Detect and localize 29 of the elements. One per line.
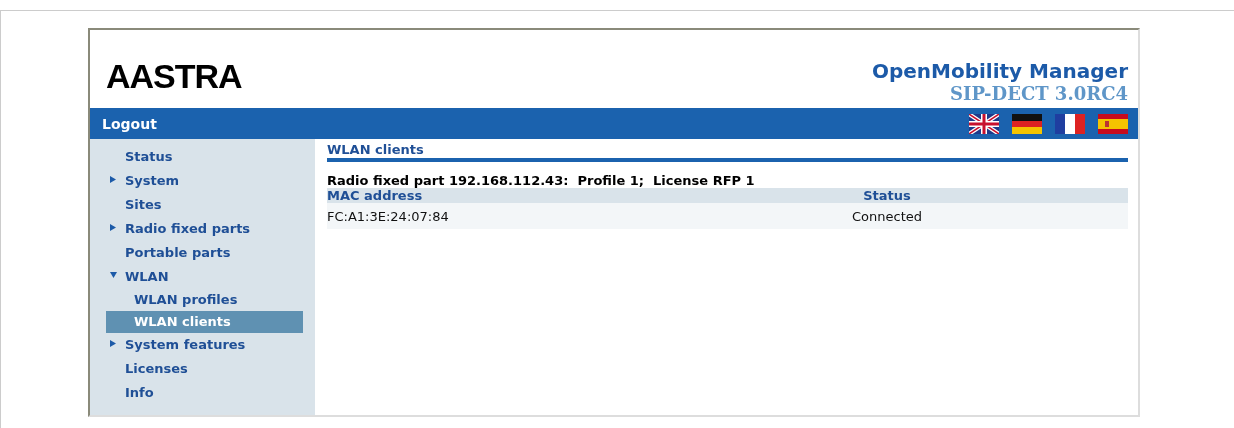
sidebar-item[interactable]: Info [90, 381, 315, 405]
table-cell-text: Connected [851, 208, 923, 224]
sidebar-subitem[interactable]: WLAN clients [106, 311, 303, 333]
sidebar-item[interactable]: System [90, 169, 315, 193]
column-header: Status [862, 188, 912, 203]
collapsed-triangle-icon [110, 224, 117, 231]
uk-flag-icon[interactable] [969, 113, 999, 134]
product-title: OpenMobility Manager [871, 59, 1128, 83]
collapsed-triangle-icon [110, 340, 117, 347]
sidebar-item[interactable]: Radio fixed parts [90, 217, 315, 241]
sidebar-item[interactable]: WLAN [90, 265, 315, 289]
spanish-flag-icon[interactable] [1098, 113, 1128, 134]
sidebar-subitem[interactable]: WLAN profiles [90, 289, 315, 311]
collapsed-triangle-icon [110, 176, 117, 183]
expanded-triangle-icon [110, 272, 117, 279]
sidebar-item[interactable]: Sites [90, 193, 315, 217]
sidebar-item[interactable]: Portable parts [90, 241, 315, 265]
table-cell-text: FC:A1:3E:24:07:84 [327, 208, 450, 224]
company-logo: AASTRA [106, 57, 242, 97]
sidebar-item[interactable]: Status [90, 145, 315, 169]
logout-link[interactable]: Logout [102, 115, 157, 132]
german-flag-icon[interactable] [1012, 113, 1042, 134]
sidebar-item[interactable]: System features [90, 333, 315, 357]
column-header: MAC address [327, 188, 424, 203]
radio-part-info: Radio fixed part 192.168.112.43: Profile 1; License RFP 1 [327, 173, 756, 188]
version-label: SIP-DECT 3.0RC4 [949, 83, 1128, 104]
page-title: WLAN clients [327, 142, 1128, 162]
french-flag-icon[interactable] [1055, 113, 1085, 134]
sidebar-item[interactable]: Licenses [90, 357, 315, 381]
